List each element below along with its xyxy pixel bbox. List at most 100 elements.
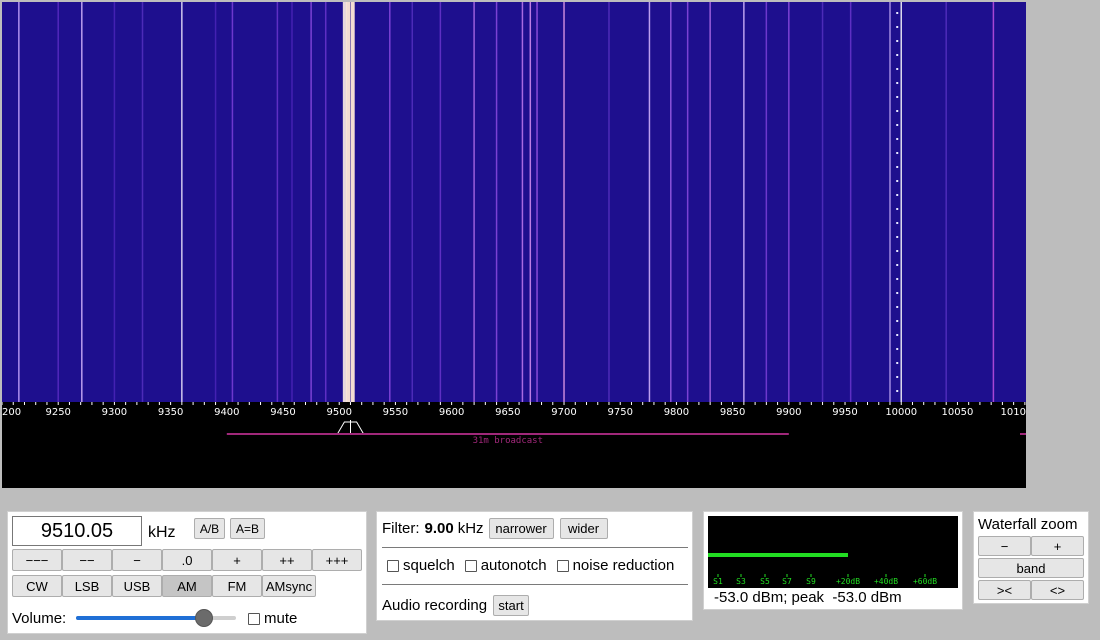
- mode-usb-button[interactable]: USB: [112, 575, 162, 597]
- waterfall-signal-line: [945, 2, 947, 402]
- smeter-readout: -53.0 dBm; peak -53.0 dBm: [714, 589, 902, 606]
- scale-tick-label: 9450: [270, 407, 295, 418]
- scale-tick-label: 9250: [45, 407, 70, 418]
- waterfall-dot: [896, 250, 899, 252]
- smeter-scale-label: S5: [760, 577, 770, 586]
- waterfall-dot: [896, 82, 899, 84]
- smeter-scale-label: +20dB: [836, 577, 860, 586]
- waterfall-signal-line: [81, 2, 83, 402]
- mode-am-button[interactable]: AM: [162, 575, 212, 597]
- dsp-options-row: squelch autonotch noise reduction: [387, 557, 674, 574]
- waterfall-zoom-panel: Waterfall zoom − + band >< <>: [973, 511, 1089, 604]
- squelch-label: squelch: [403, 557, 455, 574]
- waterfall-dot: [896, 222, 899, 224]
- waterfall-signal-line: [900, 2, 902, 402]
- waterfall-dot: [896, 292, 899, 294]
- frequency-input[interactable]: 9510.05: [12, 516, 142, 546]
- waterfall-dot: [896, 208, 899, 210]
- noise-reduction-checkbox[interactable]: [556, 559, 569, 572]
- waterfall-signal-line: [291, 2, 293, 402]
- waterfall-dot: [896, 110, 899, 112]
- mute-checkbox[interactable]: [248, 613, 260, 625]
- smeter-scale-label: +60dB: [913, 577, 937, 586]
- zoom-band-button[interactable]: band: [978, 558, 1084, 578]
- waterfall-signal-line: [992, 2, 995, 402]
- waterfall-display[interactable]: [2, 2, 1026, 402]
- waterfall-signal-line: [889, 2, 891, 402]
- waterfall-dot: [896, 138, 899, 140]
- mode-cw-button[interactable]: CW: [12, 575, 62, 597]
- smeter-scale-label: +40dB: [874, 577, 898, 586]
- mode-fm-button[interactable]: FM: [212, 575, 262, 597]
- squelch-checkbox[interactable]: [387, 559, 399, 572]
- filter-narrower-button[interactable]: narrower: [488, 518, 554, 539]
- waterfall-signal-line: [231, 2, 234, 402]
- waterfall-zoom-title: Waterfall zoom: [978, 516, 1078, 533]
- waterfall-signal-line: [648, 2, 651, 402]
- volume-slider-fill: [76, 616, 204, 620]
- scale-tick-label: 9750: [607, 407, 632, 418]
- waterfall-signal-line: [529, 2, 532, 402]
- smeter-bar: [708, 553, 848, 557]
- round-frequency-button[interactable]: .0: [162, 549, 212, 571]
- step-up-large-button[interactable]: +++: [312, 549, 362, 571]
- zoom-out-button[interactable]: −: [978, 536, 1031, 556]
- waterfall-canvas[interactable]: [2, 2, 1026, 402]
- waterfall-dot: [896, 236, 899, 238]
- scale-tick-label: 9900: [776, 407, 801, 418]
- autonotch-checkbox[interactable]: [464, 559, 477, 572]
- scale-tick-label: 9700: [551, 407, 576, 418]
- waterfall-dot: [896, 12, 899, 14]
- waterfall-dot: [896, 376, 899, 378]
- waterfall-signal-line: [670, 2, 672, 402]
- step-down-large-button[interactable]: −−−: [12, 549, 62, 571]
- vfo-a-equals-b-button[interactable]: A=B: [230, 518, 265, 539]
- smeter-scale-label: S7: [782, 577, 792, 586]
- vfo-ab-button[interactable]: A/B: [194, 518, 225, 539]
- mode-amsync-button[interactable]: AMsync: [262, 575, 316, 597]
- volume-slider-thumb[interactable]: [195, 609, 213, 627]
- step-up-small-button[interactable]: +: [212, 549, 262, 571]
- waterfall-dot: [896, 390, 899, 392]
- step-up-medium-button[interactable]: ++: [262, 549, 312, 571]
- tuning-panel: 9510.05 kHz A/B A=B −−− −− − .0 + ++ +++…: [7, 511, 367, 634]
- waterfall-signal-line: [473, 2, 475, 402]
- waterfall-dot: [896, 278, 899, 280]
- frequency-scale-canvas[interactable]: 200 9250 9300 9350 9400 9450 9500 9550 9600 9650 9…: [2, 402, 1026, 488]
- scale-tick-label: 9500: [326, 407, 351, 418]
- zoom-max-in-button[interactable]: ><: [978, 580, 1031, 600]
- filter-divider-1: [382, 547, 688, 548]
- scale-tick-label: 9650: [495, 407, 520, 418]
- mode-lsb-button[interactable]: LSB: [62, 575, 112, 597]
- waterfall-dot: [896, 334, 899, 336]
- scale-tick-label: 10000: [885, 407, 917, 418]
- zoom-max-out-button[interactable]: <>: [1031, 580, 1084, 600]
- waterfall-dot: [896, 166, 899, 168]
- audio-recording-start-button[interactable]: start: [493, 595, 530, 616]
- step-button-row: −−− −− − .0 + ++ +++: [12, 549, 362, 571]
- zoom-in-button[interactable]: +: [1031, 536, 1084, 556]
- waterfall-signal-line: [18, 2, 20, 402]
- step-down-small-button[interactable]: −: [112, 549, 162, 571]
- waterfall-signal-line: [57, 2, 59, 402]
- volume-slider[interactable]: [76, 609, 236, 627]
- filter-panel: Filter: 9.00 kHz narrower wider squelch …: [376, 511, 693, 621]
- smeter-scale-label: S9: [806, 577, 816, 586]
- audio-recording-label: Audio recording: [382, 597, 488, 614]
- waterfall-signal-line: [821, 2, 824, 402]
- waterfall-signal-line: [141, 2, 144, 402]
- waterfall-dot: [896, 362, 899, 364]
- waterfall-dot: [896, 194, 899, 196]
- waterfall-signal-line: [686, 2, 689, 402]
- frequency-scale[interactable]: 200 9250 9300 9350 9400 9450 9500 9550 9600 9650 9…: [2, 402, 1026, 488]
- step-down-medium-button[interactable]: −−: [62, 549, 112, 571]
- waterfall-dot: [896, 306, 899, 308]
- waterfall-signal-line: [849, 2, 852, 402]
- scale-tick-label: 200: [2, 407, 21, 418]
- filter-label: Filter:: [382, 520, 420, 537]
- waterfall-signal-line: [181, 2, 183, 402]
- filter-wider-button[interactable]: wider: [559, 518, 608, 539]
- scale-tick-label: 10050: [942, 407, 974, 418]
- waterfall-dot: [896, 348, 899, 350]
- filter-divider-2: [382, 584, 688, 585]
